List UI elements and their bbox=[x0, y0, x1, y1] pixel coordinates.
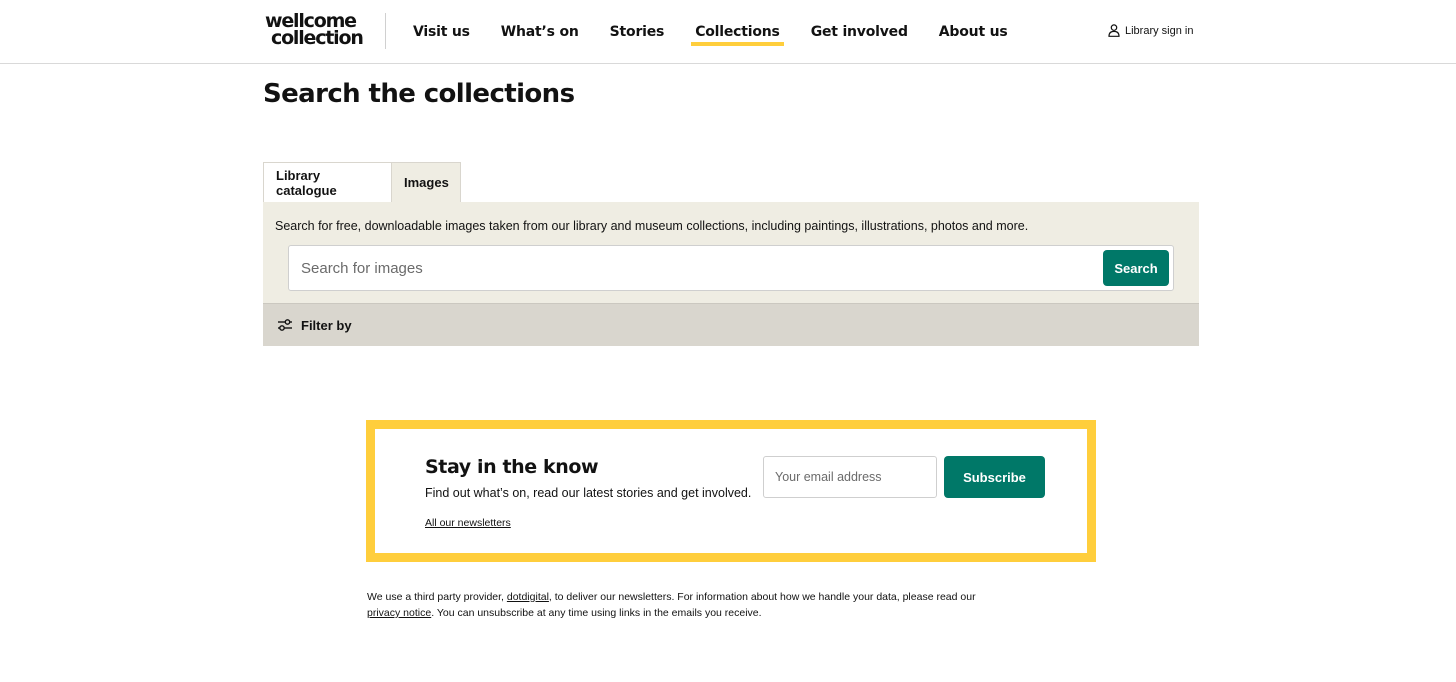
sliders-icon bbox=[278, 319, 292, 331]
filter-by-toggle[interactable]: Filter by bbox=[263, 303, 1199, 346]
search-box: Search bbox=[288, 245, 1174, 291]
search-description: Search for free, downloadable images tak… bbox=[275, 219, 1029, 233]
page-title: Search the collections bbox=[263, 79, 575, 109]
nav-collections[interactable]: Collections bbox=[691, 24, 784, 46]
privacy-notice-link[interactable]: privacy notice bbox=[367, 607, 431, 619]
nav-divider bbox=[385, 13, 386, 49]
search-input[interactable] bbox=[289, 246, 1094, 290]
tab-images[interactable]: Images bbox=[392, 162, 461, 202]
search-panel: Search for free, downloadable images tak… bbox=[263, 202, 1199, 303]
user-icon bbox=[1108, 24, 1120, 37]
filter-by-label: Filter by bbox=[301, 317, 352, 333]
nav-get-involved[interactable]: Get involved bbox=[811, 24, 908, 40]
wellcome-collection-logo[interactable]: wellcome collection bbox=[265, 12, 365, 49]
nav-stories[interactable]: Stories bbox=[610, 24, 665, 40]
logo-line-2: collection bbox=[271, 27, 364, 49]
newsletter-privacy-note: We use a third party provider, dotdigita… bbox=[367, 589, 1007, 621]
newsletter-title: Stay in the know bbox=[425, 456, 599, 478]
site-header: wellcome collection Visit us What’s on S… bbox=[0, 0, 1456, 64]
newsletter-description: Find out what’s on, read our latest stor… bbox=[425, 486, 752, 500]
note-text-1: We use a third party provider, bbox=[367, 591, 507, 603]
note-text-3: . You can unsubscribe at any time using … bbox=[431, 607, 762, 619]
library-sign-in-link[interactable]: Library sign in bbox=[1108, 24, 1193, 37]
main-nav: Visit us What’s on Stories Collections G… bbox=[413, 0, 1039, 64]
newsletter-signup: Stay in the know Find out what’s on, rea… bbox=[366, 420, 1096, 562]
sign-in-label: Library sign in bbox=[1125, 24, 1194, 37]
email-field[interactable] bbox=[763, 456, 937, 498]
dotdigital-link[interactable]: dotdigital bbox=[507, 591, 549, 603]
nav-about-us[interactable]: About us bbox=[939, 24, 1008, 40]
search-button[interactable]: Search bbox=[1103, 250, 1169, 286]
nav-visit-us[interactable]: Visit us bbox=[413, 24, 470, 40]
search-tabs: Library catalogue Images bbox=[263, 162, 461, 202]
note-text-2: , to deliver our newsletters. For inform… bbox=[548, 591, 976, 603]
subscribe-button[interactable]: Subscribe bbox=[944, 456, 1045, 498]
all-newsletters-link[interactable]: All our newsletters bbox=[425, 517, 511, 529]
nav-whats-on[interactable]: What’s on bbox=[501, 24, 579, 40]
tab-library-catalogue[interactable]: Library catalogue bbox=[263, 162, 392, 202]
